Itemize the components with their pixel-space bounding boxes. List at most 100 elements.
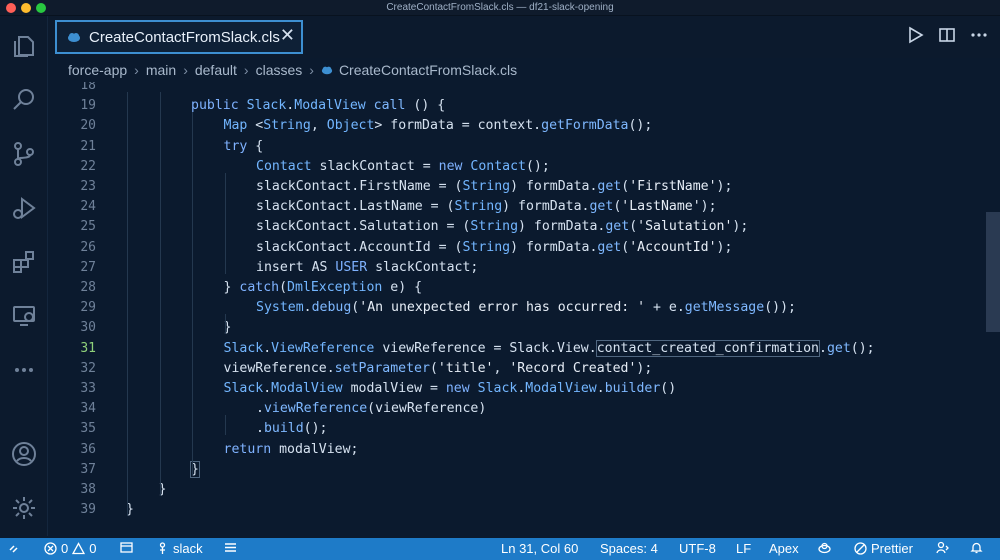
extensions-icon[interactable] [0,240,48,284]
line-number: 22 [80,158,96,174]
code-line[interactable]: return modalView; [224,440,359,460]
code-line[interactable]: insert AS USER slackContact; [256,258,478,278]
editor-actions [906,26,988,44]
notifications-indicator[interactable] [970,541,983,554]
bell-icon [970,542,983,554]
chevron-right-icon: › [309,62,314,78]
code-line[interactable]: Contact slackContact = new Contact(); [256,157,550,177]
encoding[interactable]: UTF-8 [679,541,716,556]
line-number: 30 [80,320,96,336]
indent-guide [192,112,193,476]
indent-guide [224,172,226,274]
remote-icon [9,545,18,553]
code-line[interactable]: public Slack.ModalView call () { [191,96,445,116]
code-line[interactable]: .viewReference(viewReference) [256,399,486,419]
search-icon[interactable] [0,78,48,122]
panel-toggle[interactable] [120,541,133,554]
error-count: 0 [61,541,69,556]
tab-bar: CreateContactFromSlack.cls ✕ [48,16,1000,58]
more-actions-icon[interactable] [970,26,988,44]
list-icon [225,543,236,552]
line-number: 31 [80,340,96,356]
code-line[interactable]: slackContact.AccountId = (String) formDa… [256,238,732,258]
line-number: 37 [80,461,96,477]
vertical-scrollbar[interactable] [986,82,1000,536]
line-number: 23 [80,179,96,194]
account-icon[interactable] [0,432,48,476]
line-number: 33 [80,381,96,396]
gear-icon[interactable] [0,486,48,530]
chevron-right-icon: › [243,62,249,78]
line-number: 28 [80,280,96,295]
error-icon [44,542,57,555]
code-line[interactable]: } catch(DmlException e) { [224,278,423,298]
close-icon[interactable]: ✕ [280,25,295,46]
explorer-icon[interactable] [0,24,48,68]
title-bar: CreateContactFromSlack.cls — df21-slack-… [0,0,1000,16]
code-line[interactable]: Slack.ViewReference viewReference = Slac… [224,339,875,359]
git-branch-icon [159,542,166,554]
line-number: 35 [80,421,96,437]
line-endings[interactable]: LF [736,541,751,556]
code-line[interactable]: slackContact.FirstName = (String) formDa… [256,177,732,197]
scrollbar-thumb[interactable] [986,212,1000,332]
code-line[interactable]: System.debug('An unexpected error has oc… [256,298,796,318]
warning-icon [72,542,86,555]
code-line[interactable]: slackContact.LastName = (String) formDat… [256,197,717,217]
line-number: 25 [80,219,96,235]
code-line[interactable]: Slack.ModalView modalView = new Slack.Mo… [224,379,677,399]
code-line[interactable]: try { [224,137,264,157]
code-line[interactable]: viewReference.setParameter('title', 'Rec… [224,359,653,379]
prettier-label: Prettier [871,541,913,556]
breadcrumb-item-file[interactable]: CreateContactFromSlack.cls [339,62,517,78]
line-number: 27 [80,259,96,275]
language-mode[interactable]: Apex [769,541,799,556]
live-share-indicator[interactable] [936,541,949,554]
more-icon[interactable] [0,348,48,392]
prettier-indicator[interactable]: Prettier [854,541,913,556]
indent-guide [224,415,226,436]
line-number: 18 [80,82,96,93]
indentation[interactable]: Spaces: 4 [600,541,658,556]
panel-icon [120,542,133,553]
line-number: 20 [80,118,96,134]
code-line[interactable]: Map <String, Object> formData = context.… [224,116,653,136]
code-line[interactable]: .build(); [256,419,327,439]
status-bar: 0 0 slack Ln 31, Col 60 Spaces: 4 UTF-8 … [0,538,1000,560]
indent-guide [127,92,128,517]
breadcrumb-item-default[interactable]: default [195,62,237,78]
person-icon [936,541,949,554]
cursor-position[interactable]: Ln 31, Col 60 [501,541,578,556]
tab-createcontactfromslack[interactable]: CreateContactFromSlack.cls ✕ [55,20,303,54]
activity-bar [0,16,48,536]
code-line[interactable]: slackContact.Salutation = (String) formD… [256,217,748,237]
problems-indicator[interactable]: 0 0 [44,541,96,556]
line-number: 34 [80,401,96,417]
breadcrumb-item-classes[interactable]: classes [256,62,303,78]
run-debug-icon[interactable] [0,186,48,230]
line-number: 36 [80,441,96,457]
chevron-right-icon: › [183,62,188,78]
source-control-icon[interactable] [0,132,48,176]
line-number-gutter: 18 19 20 21 22 23 24 25 26 27 28 29 30 31 32 33 34 35 36 37… [48,82,98,536]
line-number: 19 [80,98,96,114]
breadcrumb-item-force-app[interactable]: force-app [68,62,127,78]
split-editor-icon[interactable] [938,26,956,44]
branch-name: slack [173,541,203,556]
remote-indicator[interactable] [8,541,21,554]
prettier-status-icon [854,542,867,555]
salesforce-cloud-icon [321,66,333,75]
line-number: 29 [80,300,96,316]
warning-count: 0 [89,541,97,556]
branch-indicator[interactable]: slack [156,541,203,556]
run-icon[interactable] [906,26,924,44]
line-number: 26 [80,239,96,255]
remote-explorer-icon[interactable] [0,294,48,338]
indent-guide [159,92,161,496]
breadcrumb-item-main[interactable]: main [146,62,176,78]
code-editor[interactable]: 18 19 20 21 22 23 24 25 26 27 28 29 30 31 32 33 34 35 36 37… [48,82,1000,536]
code-area[interactable]: public Slack.ModalView call () {Map <Str… [126,82,986,536]
window-title: CreateContactFromSlack.cls — df21-slack-… [386,2,614,13]
feedback-indicator[interactable] [818,541,831,554]
output-toggle[interactable] [224,541,237,554]
